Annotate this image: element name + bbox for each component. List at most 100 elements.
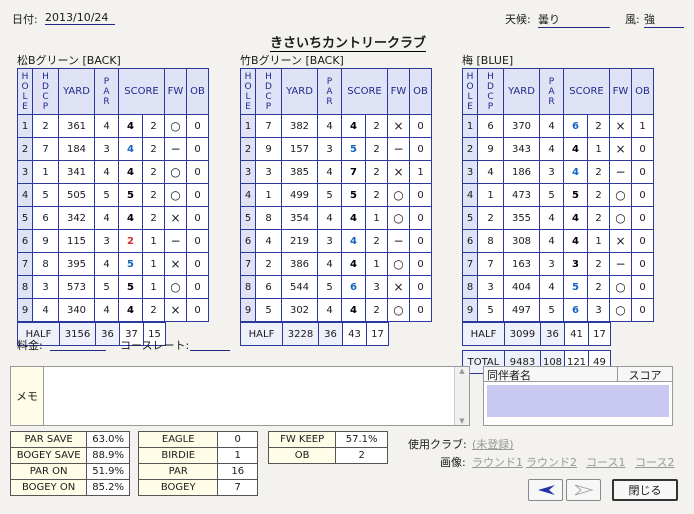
hole-putts[interactable]: 2 [142,183,165,207]
hole-ob[interactable]: 0 [186,229,209,253]
hole-ob[interactable]: 0 [631,137,654,161]
hole-putts[interactable]: 1 [142,252,165,276]
hole-fw[interactable]: × [164,252,187,276]
hole-row[interactable]: 9 5 497 5 6 3 ○ 0 [462,298,654,322]
hole-putts[interactable]: 3 [365,275,388,299]
prev-button[interactable] [528,479,563,501]
hole-score[interactable]: 4 [341,114,366,138]
hole-fw[interactable]: × [387,114,410,138]
hole-putts[interactable]: 2 [365,160,388,184]
hole-fw[interactable]: × [609,114,632,138]
hole-score[interactable]: 6 [563,298,588,322]
hole-fw[interactable]: ○ [609,183,632,207]
hole-row[interactable]: 9 4 340 4 4 2 × 0 [17,298,209,322]
hole-row[interactable]: 8 3 573 5 5 1 ○ 0 [17,275,209,299]
hole-row[interactable]: 5 8 354 4 4 1 ○ 0 [240,206,432,230]
hole-row[interactable]: 7 2 386 4 4 1 ○ 0 [240,252,432,276]
hole-row[interactable]: 6 8 308 4 4 1 × 0 [462,229,654,253]
hole-putts[interactable]: 2 [142,160,165,184]
hole-fw[interactable]: ○ [164,160,187,184]
hole-putts[interactable]: 1 [142,229,165,253]
hole-ob[interactable]: 0 [186,252,209,276]
hole-score[interactable]: 4 [341,298,366,322]
hole-score[interactable]: 5 [118,252,143,276]
hole-ob[interactable]: 1 [409,160,432,184]
hole-row[interactable]: 7 7 163 3 3 2−0 [462,252,654,276]
memo-textarea[interactable] [44,367,453,425]
hole-putts[interactable]: 1 [142,275,165,299]
hole-score[interactable]: 4 [118,137,143,161]
hole-row[interactable]: 9 5 302 4 4 2 ○ 0 [240,298,432,322]
hole-fw[interactable]: ○ [609,275,632,299]
hole-putts[interactable]: 2 [142,298,165,322]
hole-ob[interactable]: 0 [186,114,209,138]
hole-fw[interactable]: ○ [164,183,187,207]
hole-putts[interactable]: 2 [365,114,388,138]
hole-fw[interactable]: × [609,229,632,253]
hole-score[interactable]: 4 [118,206,143,230]
hole-putts[interactable]: 3 [587,298,610,322]
hole-row[interactable]: 6 9 115 3 2 1−0 [17,229,209,253]
hole-fw[interactable]: ○ [164,275,187,299]
hole-row[interactable]: 1 2 361 4 4 2 ○ 0 [17,114,209,138]
hole-putts[interactable]: 2 [142,137,165,161]
hole-putts[interactable]: 2 [587,160,610,184]
hole-ob[interactable]: 0 [409,206,432,230]
hole-fw[interactable]: × [387,160,410,184]
hole-fw[interactable]: ○ [164,114,187,138]
hole-putts[interactable]: 1 [587,229,610,253]
hole-putts[interactable]: 2 [365,229,388,253]
hole-ob[interactable]: 0 [409,114,432,138]
hole-score[interactable]: 3 [563,252,588,276]
hole-putts[interactable]: 2 [587,114,610,138]
hole-score[interactable]: 5 [563,275,588,299]
hole-ob[interactable]: 0 [186,160,209,184]
hole-ob[interactable]: 0 [186,206,209,230]
hole-score[interactable]: 6 [341,275,366,299]
hole-row[interactable]: 1 6 370 4 6 2 × 1 [462,114,654,138]
hole-ob[interactable]: 0 [631,229,654,253]
hole-fw[interactable]: ○ [387,206,410,230]
hole-ob[interactable]: 0 [631,206,654,230]
hole-score[interactable]: 5 [341,137,366,161]
hole-row[interactable]: 6 4 219 3 4 2−0 [240,229,432,253]
hole-putts[interactable]: 2 [365,183,388,207]
hole-fw[interactable]: − [164,137,187,161]
hole-ob[interactable]: 0 [409,275,432,299]
companion-list[interactable]: 同伴者名 スコア [483,366,673,426]
hole-score[interactable]: 5 [341,183,366,207]
hole-fw[interactable]: − [609,160,632,184]
companion-row[interactable] [487,385,669,417]
image-link-course1[interactable]: コース1 [586,454,625,470]
hole-score[interactable]: 5 [563,183,588,207]
hole-ob[interactable]: 1 [631,114,654,138]
hole-fw[interactable]: ○ [387,183,410,207]
hole-fw[interactable]: × [164,206,187,230]
hole-ob[interactable]: 0 [186,183,209,207]
hole-fw[interactable]: − [164,229,187,253]
hole-row[interactable]: 3 4 186 3 4 2−0 [462,160,654,184]
hole-putts[interactable]: 2 [142,114,165,138]
hole-score[interactable]: 4 [118,298,143,322]
hole-row[interactable]: 3 3 385 4 7 2 × 1 [240,160,432,184]
hole-fw[interactable]: × [609,137,632,161]
hole-ob[interactable]: 0 [631,275,654,299]
hole-row[interactable]: 7 8 395 4 5 1 × 0 [17,252,209,276]
hole-score[interactable]: 4 [341,252,366,276]
hole-putts[interactable]: 2 [587,183,610,207]
hole-score[interactable]: 5 [118,275,143,299]
hole-row[interactable]: 2 9 157 3 5 2−0 [240,137,432,161]
hole-score[interactable]: 4 [341,206,366,230]
hole-row[interactable]: 5 6 342 4 4 2 × 0 [17,206,209,230]
hole-putts[interactable]: 2 [365,137,388,161]
hole-putts[interactable]: 2 [365,298,388,322]
hole-fw[interactable]: − [387,137,410,161]
image-link-round1[interactable]: ラウンド1 [472,454,523,470]
hole-row[interactable]: 8 3 404 4 5 2 ○ 0 [462,275,654,299]
hole-row[interactable]: 4 1 499 5 5 2 ○ 0 [240,183,432,207]
memo-scrollbar[interactable]: ▲ ▼ [454,367,469,425]
club-link[interactable]: (未登録) [472,436,514,452]
close-button[interactable]: 閉じる [612,479,678,501]
hole-score[interactable]: 4 [563,206,588,230]
hole-row[interactable]: 4 1 473 5 5 2 ○ 0 [462,183,654,207]
